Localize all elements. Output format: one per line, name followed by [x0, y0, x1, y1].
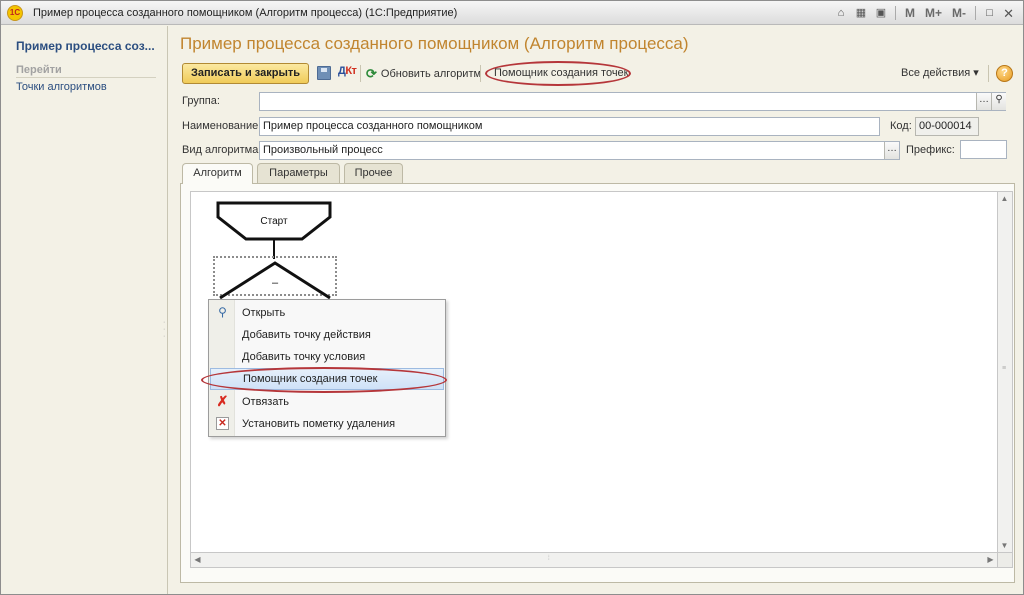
maximize-icon[interactable]: □: [982, 6, 997, 21]
code-label: Код:: [890, 120, 912, 132]
menu-item-add-condition-point[interactable]: Добавить точку условия: [209, 346, 445, 368]
menu-item-open[interactable]: ⚲ Открыть: [209, 302, 445, 324]
menu-item-add-action-point[interactable]: Добавить точку действия: [209, 324, 445, 346]
divider: [360, 65, 361, 82]
refresh-algorithm-button[interactable]: ⟳ Обновить алгоритм: [366, 63, 481, 84]
refresh-icon: ⟳: [366, 65, 377, 81]
group-select-button[interactable]: …: [976, 93, 991, 110]
scroll-down-icon[interactable]: ▼: [998, 539, 1011, 552]
scroll-grip: ⦙: [548, 555, 550, 562]
form-title: Пример процесса созданного помощником (А…: [180, 34, 689, 53]
algorithm-kind-label: Вид алгоритма:: [182, 144, 262, 156]
divider: [480, 65, 481, 82]
menu-item-unlink[interactable]: ✗ Отвязать: [209, 391, 445, 413]
algorithm-kind-select-button[interactable]: …: [884, 142, 899, 159]
dt-kt-icon[interactable]: ДКт: [338, 65, 357, 77]
help-icon[interactable]: ?: [996, 65, 1013, 82]
close-icon[interactable]: ✕: [1001, 6, 1016, 21]
memory-add-button[interactable]: M+: [922, 5, 945, 21]
menu-item-mark-deletion[interactable]: ✕ Установить пометку удаления: [209, 413, 445, 435]
scroll-left-icon[interactable]: ◀: [191, 553, 204, 566]
splitter-grip[interactable]: · · ·: [163, 319, 166, 340]
left-panel-title[interactable]: Пример процесса соз...: [16, 39, 155, 53]
scroll-grip: ≡: [1002, 365, 1007, 372]
kt-label: Кт: [345, 65, 357, 77]
save-icon[interactable]: [317, 66, 331, 80]
menu-item-label: Добавить точку действия: [242, 329, 371, 341]
divider: [895, 6, 896, 20]
command-bar: Записать и закрыть ДКт ⟳ Обновить алгори…: [180, 61, 1015, 86]
context-menu: ⚲ Открыть Добавить точку действия Добави…: [208, 299, 446, 437]
title-bar: 1С Пример процесса созданного помощником…: [1, 1, 1023, 25]
vertical-scrollbar[interactable]: ▲ ≡ ▼: [998, 191, 1013, 553]
left-panel: Пример процесса соз... Перейти Точки алг…: [2, 26, 168, 594]
memory-subtract-button[interactable]: M-: [949, 5, 969, 21]
menu-item-label: Установить пометку удаления: [242, 418, 396, 430]
save-and-close-button[interactable]: Записать и закрыть: [182, 63, 309, 84]
all-actions-menu[interactable]: Все действия ▾: [901, 63, 979, 84]
home-icon[interactable]: ⌂: [833, 5, 849, 21]
points-wizard-button[interactable]: Помощник создания точек: [494, 63, 628, 84]
start-node[interactable]: Старт: [216, 201, 332, 241]
calculator-icon[interactable]: ▦: [853, 5, 869, 21]
group-search-icon[interactable]: ⚲: [991, 93, 1006, 110]
menu-item-label: Отвязать: [242, 396, 289, 408]
condition-node-label: –: [271, 277, 279, 289]
menu-item-label: Помощник создания точек: [243, 373, 378, 385]
title-tools: ⌂ ▦ ▣ M M+ M- □ ✕: [833, 4, 1016, 22]
goto-header: Перейти: [16, 64, 156, 78]
divider: [988, 65, 989, 82]
scroll-corner: [998, 553, 1013, 568]
group-field[interactable]: [259, 92, 1006, 111]
menu-item-label: Открыть: [242, 307, 286, 319]
menu-item-points-wizard[interactable]: Помощник создания точек: [210, 368, 444, 390]
search-icon: ⚲: [218, 305, 227, 319]
start-node-label: Старт: [260, 216, 288, 227]
memory-button[interactable]: M: [902, 5, 918, 21]
unlink-x-icon: ✗: [216, 393, 229, 409]
tab-parameters[interactable]: Параметры: [257, 163, 340, 183]
horizontal-scrollbar[interactable]: ◀ ⦙ ▶: [190, 553, 998, 568]
menu-item-label: Добавить точку условия: [242, 351, 366, 363]
prefix-label: Префикс:: [906, 144, 955, 156]
window-title: Пример процесса созданного помощником (А…: [33, 7, 458, 19]
refresh-label: Обновить алгоритм: [380, 67, 482, 80]
tab-algorithm[interactable]: Алгоритм: [182, 163, 253, 184]
code-field: 00-000014: [915, 117, 979, 136]
delete-mark-icon: ✕: [216, 417, 229, 430]
prefix-field[interactable]: [960, 140, 1007, 159]
scroll-right-icon[interactable]: ▶: [984, 553, 997, 566]
tab-other[interactable]: Прочее: [344, 163, 403, 183]
condition-node[interactable]: –: [218, 260, 332, 300]
app-logo-icon: 1С: [7, 5, 23, 21]
link-algorithm-points[interactable]: Точки алгоритмов: [16, 81, 107, 93]
scroll-up-icon[interactable]: ▲: [998, 192, 1011, 205]
name-label: Наименование:: [182, 120, 262, 132]
divider: [975, 6, 977, 20]
name-field[interactable]: Пример процесса созданного помощником: [259, 117, 880, 136]
group-label: Группа:: [182, 95, 220, 107]
calendar-icon[interactable]: ▣: [873, 5, 889, 21]
algorithm-kind-field[interactable]: Произвольный процесс: [259, 141, 900, 160]
app-window: 1С Пример процесса созданного помощником…: [0, 0, 1024, 595]
